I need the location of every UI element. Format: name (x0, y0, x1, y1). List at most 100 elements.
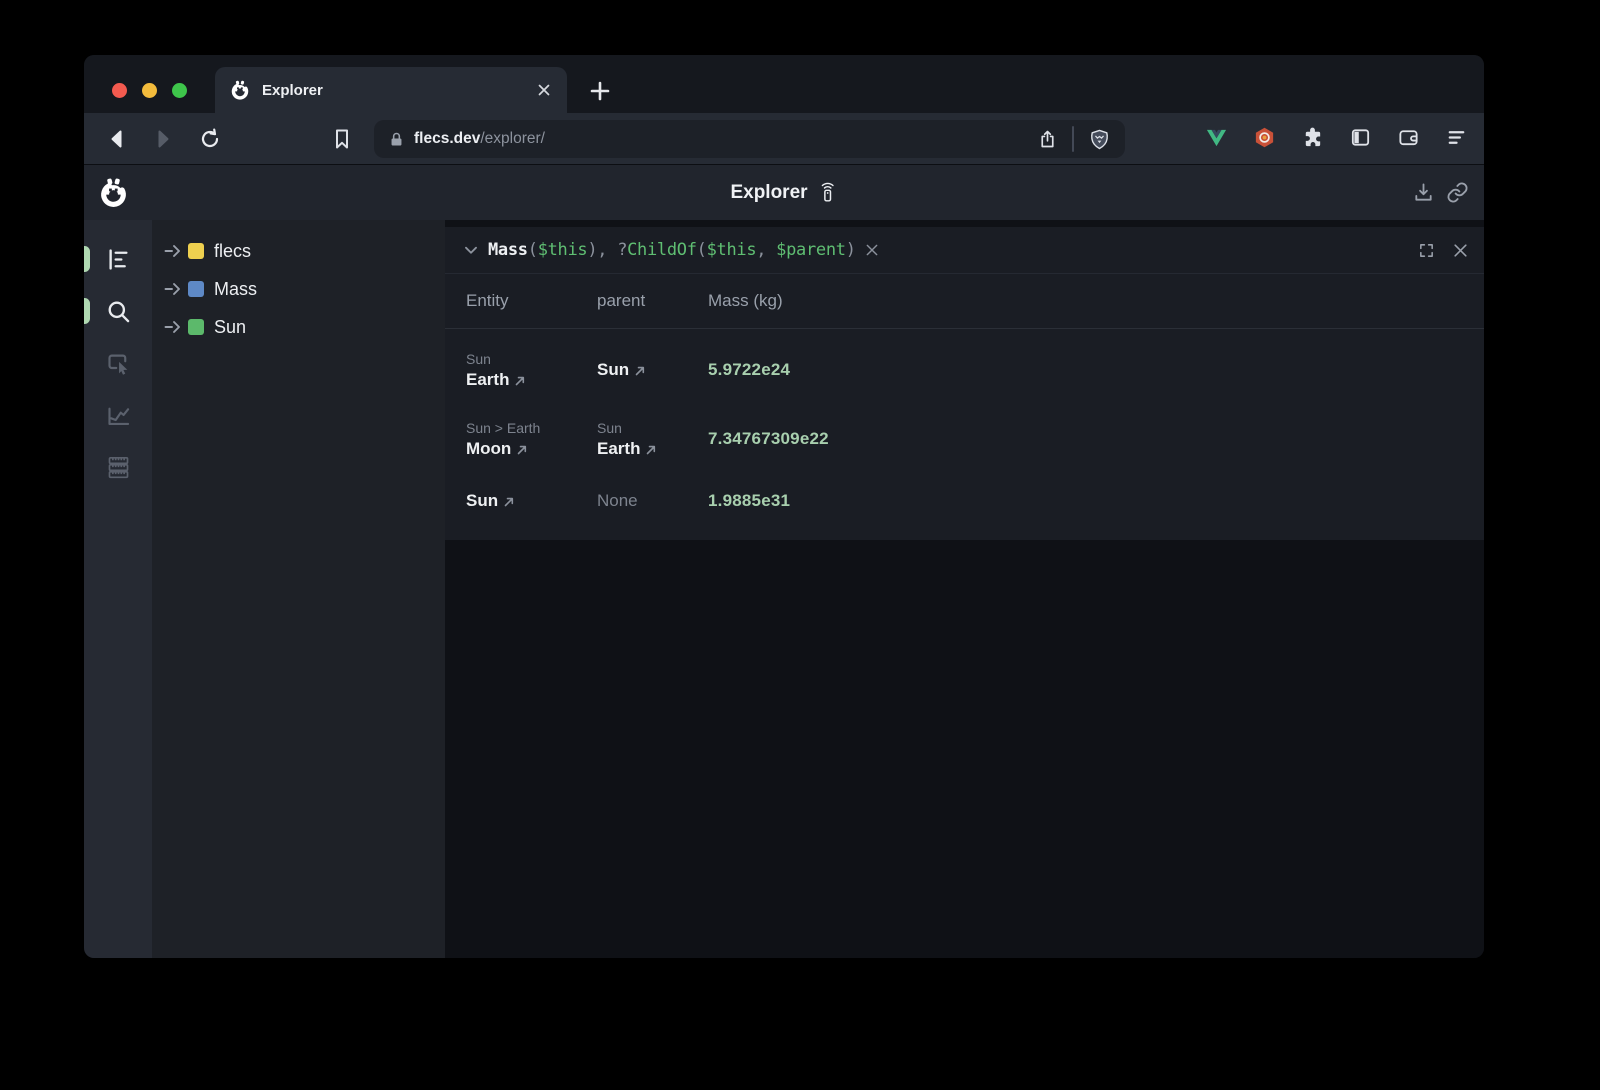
column-header-mass[interactable]: Mass (kg) (708, 291, 1484, 311)
tree-item-sun[interactable]: Sun (152, 308, 445, 346)
entity-name[interactable]: Moon (466, 439, 597, 459)
inspect-icon (105, 350, 132, 377)
tree-item-label: Sun (214, 317, 246, 338)
close-panel-icon[interactable] (1452, 242, 1469, 259)
divider (1072, 126, 1074, 152)
back-icon[interactable] (105, 127, 129, 151)
zoom-window-button[interactable] (172, 83, 187, 98)
query-token: ), (587, 240, 617, 260)
table-row: SunNone1.9885e31 (466, 480, 1484, 522)
table-row: SunEarthSun5.9722e24 (466, 342, 1484, 398)
bookmark-icon[interactable] (330, 127, 354, 151)
entity-name[interactable]: Sun (466, 491, 597, 511)
browser-window: Explorer flecs.dev/explore (84, 55, 1484, 958)
hex-extension-icon[interactable] (1253, 126, 1276, 149)
entity-path: Sun (466, 351, 597, 367)
entity-name[interactable]: Earth (597, 439, 708, 459)
query-token: $this (707, 240, 757, 260)
table-cell: Sun > Earth Moon (466, 420, 597, 459)
entity-color-swatch (188, 243, 204, 259)
remote-icon[interactable] (817, 182, 838, 203)
extension-icons (1205, 126, 1468, 149)
table-cell: Sun Earth (466, 351, 597, 390)
share-icon[interactable] (1037, 129, 1058, 150)
query-token: ChildOf (627, 240, 697, 260)
brave-shield-icon[interactable] (1088, 128, 1111, 151)
table-cell: None (597, 491, 708, 511)
menu-icon[interactable] (1445, 126, 1468, 149)
expander-arrow-icon[interactable] (163, 282, 182, 296)
vue-extension-icon[interactable] (1205, 126, 1228, 149)
table-separator (445, 328, 1484, 329)
tree-item-mass[interactable]: Mass (152, 270, 445, 308)
lock-icon (388, 131, 405, 148)
table-row: Sun > EarthMoonSunEarth7.34767309e22 (466, 411, 1484, 467)
rail-search-button[interactable] (84, 285, 152, 337)
query-token: ( (528, 240, 538, 260)
minimize-window-button[interactable] (142, 83, 157, 98)
entity-link-icon[interactable] (514, 375, 526, 387)
close-window-button[interactable] (112, 83, 127, 98)
extensions-puzzle-icon[interactable] (1301, 126, 1324, 149)
entity-link-icon[interactable] (634, 365, 646, 377)
entity-link-icon[interactable] (516, 444, 528, 456)
expander-arrow-icon[interactable] (163, 320, 182, 334)
url-text: flecs.dev/explorer/ (414, 130, 545, 148)
entity-color-swatch (188, 281, 204, 297)
active-panel-indicator (84, 246, 90, 272)
close-tab-icon[interactable] (535, 81, 553, 99)
query-token: , (756, 240, 776, 260)
query-token: Mass (488, 240, 528, 260)
entity-path: Sun > Earth (466, 420, 597, 436)
url-domain: flecs.dev (414, 130, 480, 147)
rail-inspect-button[interactable] (84, 337, 152, 389)
query-token: ? (617, 240, 627, 260)
browser-toolbar: flecs.dev/explorer/ (84, 113, 1484, 165)
query-token: ( (697, 240, 707, 260)
rail-commands-button[interactable] (84, 441, 152, 493)
column-header-entity[interactable]: Entity (466, 291, 597, 311)
wallet-icon[interactable] (1397, 126, 1420, 149)
column-header-parent[interactable]: parent (597, 291, 708, 311)
new-tab-button[interactable] (588, 79, 612, 103)
refresh-icon[interactable] (198, 127, 222, 151)
entity-color-swatch (188, 319, 204, 335)
empty-canvas (445, 540, 1484, 958)
fullscreen-icon[interactable] (1418, 242, 1435, 259)
entity-name[interactable]: Earth (466, 370, 597, 390)
mass-value: 1.9885e31 (708, 491, 1484, 511)
query-panel: Mass($this), ?ChildOf($this, $parent) (445, 227, 1484, 540)
query-token: $this (538, 240, 588, 260)
entity-link-icon[interactable] (503, 496, 515, 508)
download-icon[interactable] (1412, 181, 1435, 204)
url-bar[interactable]: flecs.dev/explorer/ (374, 120, 1125, 158)
window-controls (112, 83, 187, 98)
entity-name: None (597, 491, 708, 511)
rail-stats-button[interactable] (84, 389, 152, 441)
sidebar-toggle-icon[interactable] (1349, 126, 1372, 149)
url-path: /explorer/ (480, 130, 545, 147)
table-cell: Sun (466, 491, 597, 511)
query-token: $parent (776, 240, 846, 260)
tab-title: Explorer (262, 82, 535, 99)
clear-query-icon[interactable] (864, 242, 880, 258)
query-expression[interactable]: Mass($this), ?ChildOf($this, $parent) (488, 240, 856, 260)
table-cell: SunEarth (597, 420, 708, 459)
link-icon[interactable] (1446, 181, 1469, 204)
app-header: Explorer (84, 165, 1484, 220)
browser-tab[interactable]: Explorer (215, 67, 567, 113)
mass-value: 5.9722e24 (708, 360, 1484, 380)
forward-icon[interactable] (151, 127, 175, 151)
query-header: Mass($this), ?ChildOf($this, $parent) (445, 227, 1484, 274)
main-area: Mass($this), ?ChildOf($this, $parent) (445, 220, 1484, 958)
expander-arrow-icon[interactable] (163, 244, 182, 258)
results-table-header: Entity parent Mass (kg) (466, 274, 1484, 328)
rail-tree-button[interactable] (84, 233, 152, 285)
commands-icon (105, 454, 132, 481)
table-cell: Sun (597, 360, 708, 380)
entity-link-icon[interactable] (645, 444, 657, 456)
tree-item-flecs[interactable]: flecs (152, 232, 445, 270)
entity-name[interactable]: Sun (597, 360, 708, 380)
results-table: Entity parent Mass (kg) SunEarthSun5.972… (445, 274, 1484, 540)
chevron-down-icon[interactable] (460, 239, 482, 261)
